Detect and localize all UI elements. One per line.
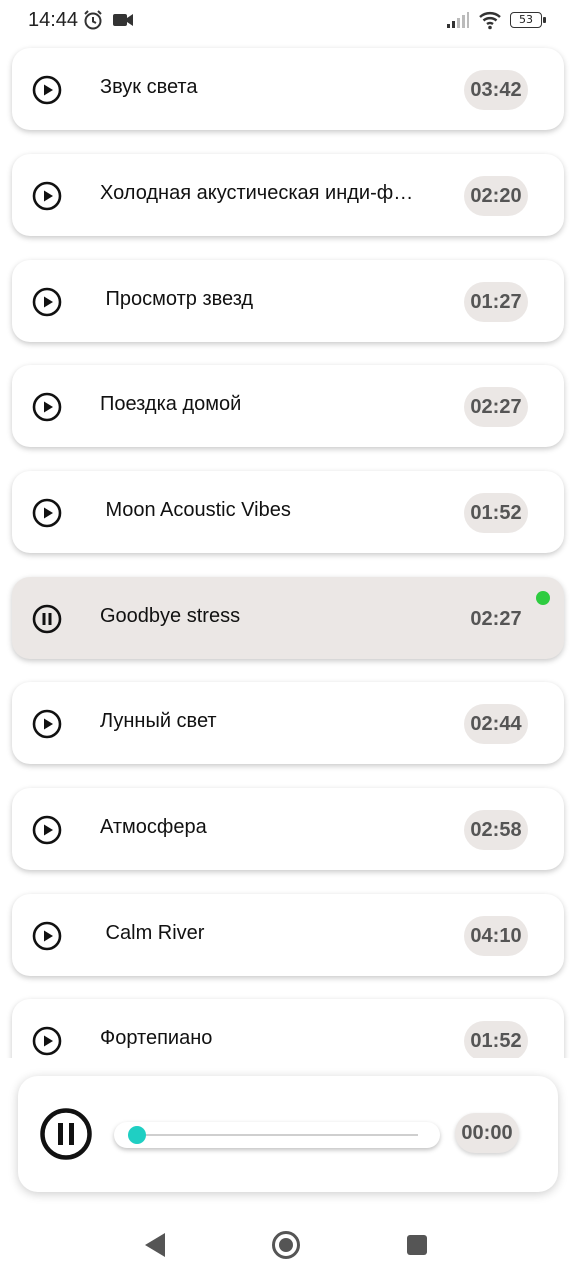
track-title: Просмотр звезд [100, 288, 254, 310]
track-duration: 02:58 [464, 810, 528, 850]
track-card[interactable]: Атмосфера 02:58 [12, 788, 564, 870]
play-icon[interactable] [32, 1026, 62, 1056]
play-icon[interactable] [32, 392, 62, 422]
recents-icon[interactable] [402, 1230, 432, 1260]
track-duration: 01:52 [464, 1021, 528, 1058]
play-icon[interactable] [32, 181, 62, 211]
pause-button[interactable] [40, 1108, 92, 1160]
battery-level: 53 [519, 13, 533, 26]
pause-icon[interactable] [32, 604, 62, 634]
track-title: Moon Acoustic Vibes [100, 499, 291, 521]
track-title: Атмосфера [100, 816, 207, 838]
track-card[interactable]: Поездка домой 02:27 [12, 365, 564, 447]
track-card[interactable]: Лунный свет 02:44 [12, 682, 564, 764]
progress-slider[interactable] [114, 1122, 440, 1148]
track-card[interactable]: Просмотр звезд 01:27 [12, 260, 564, 342]
play-icon[interactable] [32, 815, 62, 845]
play-icon[interactable] [32, 75, 62, 105]
track-duration: 02:27 [470, 608, 522, 630]
track-title: Поездка домой [100, 393, 242, 415]
elapsed-time: 00:00 [455, 1113, 519, 1153]
battery-icon: 53 [510, 12, 546, 28]
track-card[interactable]: Calm River 04:10 [12, 894, 564, 976]
wifi-icon [479, 12, 501, 30]
system-nav-bar [0, 1210, 576, 1280]
signal-icon [447, 12, 469, 28]
track-duration: 04:10 [464, 916, 528, 956]
track-duration: 03:42 [464, 70, 528, 110]
track-title: Холодная акустическая инди-ф… [100, 182, 414, 204]
track-duration: 01:27 [464, 282, 528, 322]
track-title: Лунный свет [100, 710, 217, 732]
track-card[interactable]: Moon Acoustic Vibes 01:52 [12, 471, 564, 553]
play-icon[interactable] [32, 498, 62, 528]
track-duration: 02:27 [464, 387, 528, 427]
progress-line [128, 1134, 418, 1136]
track-list[interactable]: Звук света 03:42 Холодная акустическая и… [0, 44, 576, 1058]
status-time: 14:44 [28, 9, 79, 31]
progress-thumb[interactable] [128, 1126, 146, 1144]
track-duration: 02:20 [464, 176, 528, 216]
play-icon[interactable] [32, 921, 62, 951]
track-card[interactable]: Звук света 03:42 [12, 48, 564, 130]
home-icon[interactable] [271, 1230, 301, 1260]
video-camera-icon [113, 14, 133, 26]
back-icon[interactable] [140, 1230, 170, 1260]
playing-indicator [536, 591, 550, 605]
track-title: Calm River [100, 922, 205, 944]
track-card[interactable]: Фортепиано 01:52 [12, 999, 564, 1058]
track-title: Звук света [100, 76, 198, 98]
status-bar: 14:44 53 [0, 0, 576, 44]
alarm-icon [84, 10, 102, 30]
track-card[interactable]: Холодная акустическая инди-ф… 02:20 [12, 154, 564, 236]
track-title: Goodbye stress [100, 605, 241, 627]
track-title: Фортепиано [100, 1027, 213, 1049]
track-card-playing[interactable]: Goodbye stress 02:27 [12, 577, 564, 659]
mini-player: 00:00 [18, 1076, 558, 1192]
track-duration: 01:52 [464, 493, 528, 533]
play-icon[interactable] [32, 709, 62, 739]
play-icon[interactable] [32, 287, 62, 317]
track-duration: 02:44 [464, 704, 528, 744]
